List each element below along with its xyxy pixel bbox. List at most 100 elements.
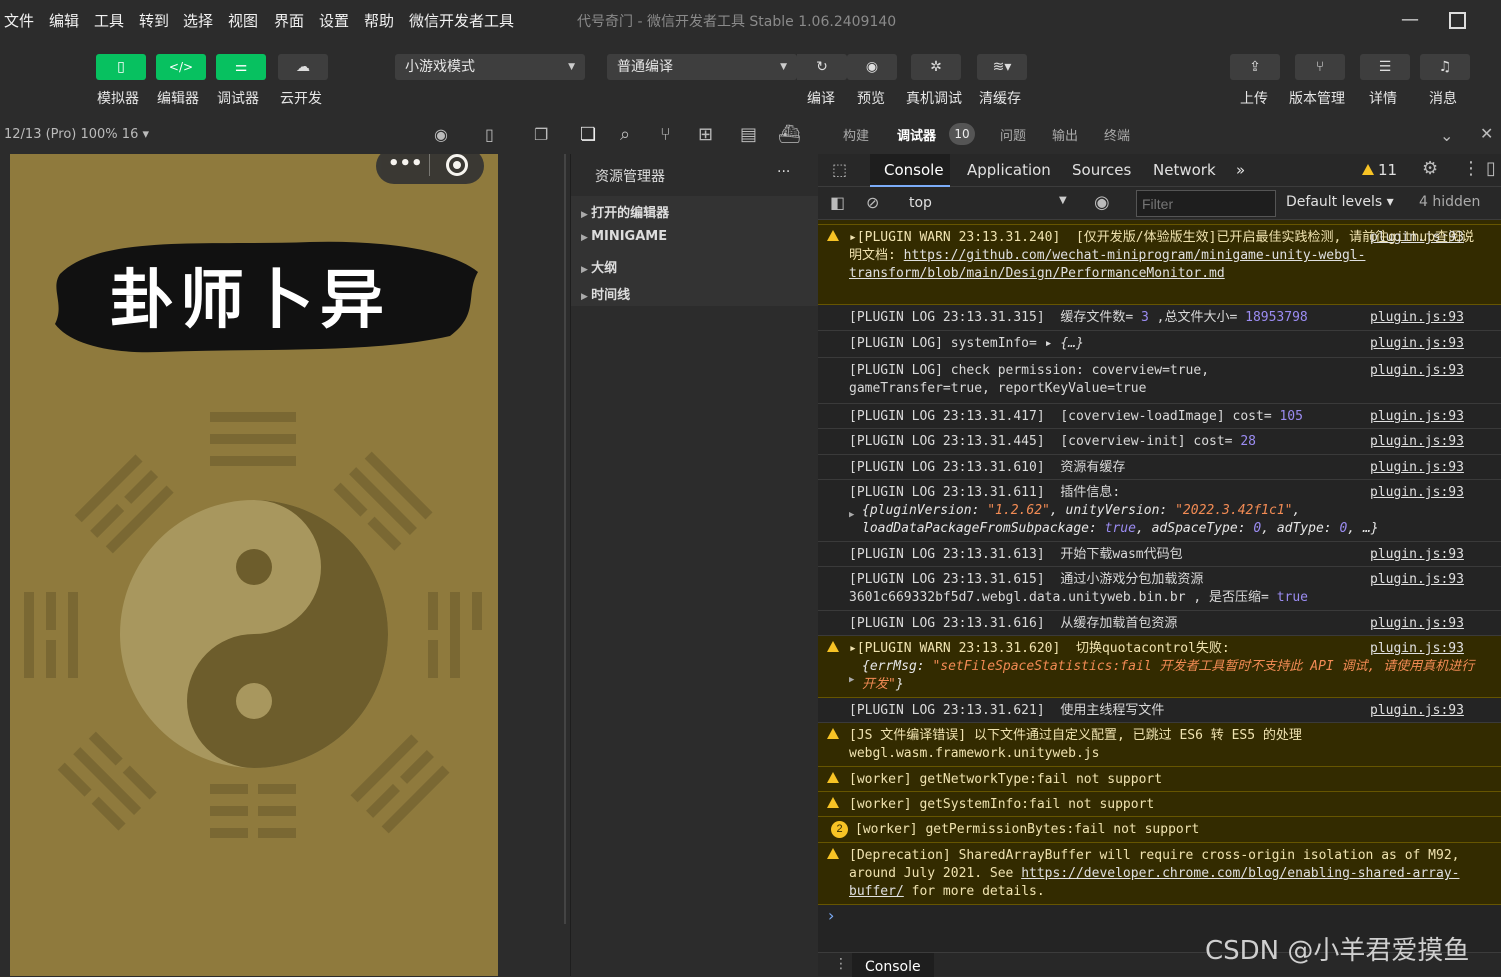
expand-object[interactable]: ▸ {…} <box>1045 336 1084 351</box>
eye-icon[interactable]: ◉ <box>1094 192 1110 213</box>
editor-button[interactable]: </> <box>156 54 206 80</box>
explorer-item-timeline[interactable]: ▶ 时间线 <box>581 284 630 303</box>
menu-file[interactable]: 文件 <box>4 10 34 31</box>
storage-icon[interactable]: ▤ <box>740 124 757 145</box>
menu-interface[interactable]: 界面 <box>274 10 304 31</box>
debugger-button[interactable]: ⚌ <box>216 54 266 80</box>
files-icon[interactable]: ❏ <box>580 124 596 145</box>
splitter[interactable] <box>564 154 566 924</box>
source-link[interactable]: plugin.js:93 <box>1370 433 1464 451</box>
menu-select[interactable]: 选择 <box>183 10 213 31</box>
phone-icon[interactable]: ▯ <box>485 125 494 144</box>
capsule-menu[interactable]: ••• <box>376 154 484 184</box>
console-prompt[interactable]: › <box>828 906 834 925</box>
debugger-label: 调试器 <box>217 91 259 107</box>
upload-button[interactable]: ⇪ <box>1230 54 1280 80</box>
extensions-icon[interactable]: ⊞ <box>698 124 713 145</box>
source-link[interactable]: plugin.js:93 <box>1370 408 1464 426</box>
tab-terminal[interactable]: 终端 <box>1104 125 1130 144</box>
more-tabs-icon[interactable]: » <box>1236 161 1245 179</box>
simulator-button[interactable]: ▯ <box>96 54 146 80</box>
devtools-tabbar: ⬚ Console Application Sources Network » … <box>818 154 1501 187</box>
log-levels-select[interactable]: Default levels ▾ <box>1286 194 1394 210</box>
minimize-icon[interactable]: — <box>1396 6 1424 34</box>
branch-icon[interactable]: ⑂ <box>660 124 671 145</box>
explorer-item-minigame[interactable]: ▶ MINIGAME <box>581 229 667 244</box>
tab-console[interactable]: Console <box>884 161 944 179</box>
search-icon[interactable]: ⌕ <box>620 124 630 145</box>
docker-icon[interactable]: ⛴ <box>778 124 801 145</box>
details-button[interactable]: ☰ <box>1360 54 1410 80</box>
doc-link[interactable]: https://github.com/wechat-miniprogram/mi… <box>849 248 1365 281</box>
menu-goto[interactable]: 转到 <box>139 10 169 31</box>
tab-application[interactable]: Application <box>967 161 1051 179</box>
preview-button[interactable]: ◉ <box>847 54 897 80</box>
inspect-icon[interactable]: ⬚ <box>832 160 847 179</box>
compile-select[interactable]: 普通编译 ▼ <box>607 54 797 80</box>
source-link[interactable]: plugin.js:93 <box>1370 615 1464 633</box>
source-link[interactable]: plugin.js:93 <box>1370 546 1464 564</box>
record-icon[interactable]: ◉ <box>434 125 448 144</box>
menu-settings[interactable]: 设置 <box>319 10 349 31</box>
dock-icon[interactable]: ▯ <box>1486 158 1496 179</box>
sidebar-toggle-icon[interactable]: ◧ <box>830 193 845 212</box>
device-select[interactable]: 12/13 (Pro) 100% 16 ▾ <box>4 127 149 142</box>
menu-help[interactable]: 帮助 <box>364 10 394 31</box>
close-icon[interactable]: ✕ <box>1480 124 1493 143</box>
compile-value: 普通编译 <box>617 59 673 75</box>
menu-view[interactable]: 视图 <box>228 10 258 31</box>
window-icon[interactable]: ❐ <box>534 125 548 144</box>
source-link[interactable]: plugin.js:93 <box>1370 640 1464 658</box>
maximize-icon[interactable] <box>1443 6 1471 34</box>
mode-value: 小游戏模式 <box>405 59 475 75</box>
source-link[interactable]: plugin.js:93 <box>1370 309 1464 327</box>
source-link[interactable]: plugin.js:93 <box>1370 459 1464 477</box>
console-row: [PLUGIN LOG 23:13.31.445] [coverview-ini… <box>818 429 1501 455</box>
chevron-right-icon: ▶ <box>581 233 592 243</box>
chevron-right-icon[interactable]: ▶ <box>849 671 854 689</box>
explorer-item-outline[interactable]: ▶ 大纲 <box>581 257 617 276</box>
close-target-icon[interactable] <box>446 154 468 176</box>
tab-sources[interactable]: Sources <box>1072 161 1131 179</box>
drawer-menu-icon[interactable]: ⋮ <box>834 956 848 972</box>
more-dots-icon[interactable]: ••• <box>388 154 423 174</box>
tab-debugger[interactable]: 调试器 <box>897 125 936 144</box>
tab-output[interactable]: 输出 <box>1052 125 1078 144</box>
console-row: 2 [worker] getPermissionBytes:fail not s… <box>818 817 1501 843</box>
gear-icon[interactable]: ⚙ <box>1422 158 1438 179</box>
cloud-dev-button[interactable]: ☁ <box>278 54 328 80</box>
drawer-tab-console[interactable]: Console <box>865 959 921 975</box>
chevron-down-icon: ▼ <box>780 62 787 72</box>
menu-edit[interactable]: 编辑 <box>49 10 79 31</box>
compile-button[interactable]: ↻ <box>797 54 847 80</box>
clear-console-icon[interactable]: ⊘ <box>866 193 879 212</box>
menu-wechat-devtools[interactable]: 微信开发者工具 <box>409 10 514 31</box>
remote-debug-button[interactable]: ✲ <box>911 54 961 80</box>
eye-icon: ◉ <box>865 59 879 75</box>
chevron-right-icon[interactable]: ▶ <box>849 506 854 524</box>
source-link[interactable]: plugin.js:93 <box>1370 362 1464 380</box>
tab-network[interactable]: Network <box>1153 161 1216 179</box>
clear-cache-button[interactable]: ≋▾ <box>977 54 1027 80</box>
source-link[interactable]: plugin.js:93 <box>1370 571 1464 589</box>
version-button[interactable]: ⑂ <box>1295 54 1345 80</box>
mode-select[interactable]: 小游戏模式 ▼ <box>395 54 585 80</box>
kebab-menu-icon[interactable]: ⋮ <box>1462 158 1480 179</box>
clear-cache-label: 清缓存 <box>979 91 1021 107</box>
simulator-screen[interactable]: 卦师卜异 ••• <box>10 154 498 976</box>
version-label: 版本管理 <box>1289 91 1345 107</box>
explorer-item-open-editors[interactable]: ▶ 打开的编辑器 <box>581 202 669 221</box>
console-row: [PLUGIN LOG 23:13.31.611] 插件信息: plugin.j… <box>818 480 1501 542</box>
source-link[interactable]: plugin.js:93 <box>1370 484 1464 502</box>
menu-tools[interactable]: 工具 <box>94 10 124 31</box>
tab-problems[interactable]: 问题 <box>1000 125 1026 144</box>
more-icon[interactable]: ··· <box>777 164 790 180</box>
tab-build[interactable]: 构建 <box>843 125 869 144</box>
messages-button[interactable]: ♫ <box>1420 54 1470 80</box>
source-link[interactable]: plugin.js:93 <box>1370 702 1464 720</box>
source-link[interactable]: plugin.js:93 <box>1370 335 1464 353</box>
chevron-down-icon[interactable]: ⌄ <box>1440 126 1453 145</box>
source-link[interactable]: plugin.js:93 <box>1370 229 1464 247</box>
filter-input[interactable] <box>1136 190 1276 217</box>
context-select[interactable]: top ▼ <box>902 191 1074 216</box>
